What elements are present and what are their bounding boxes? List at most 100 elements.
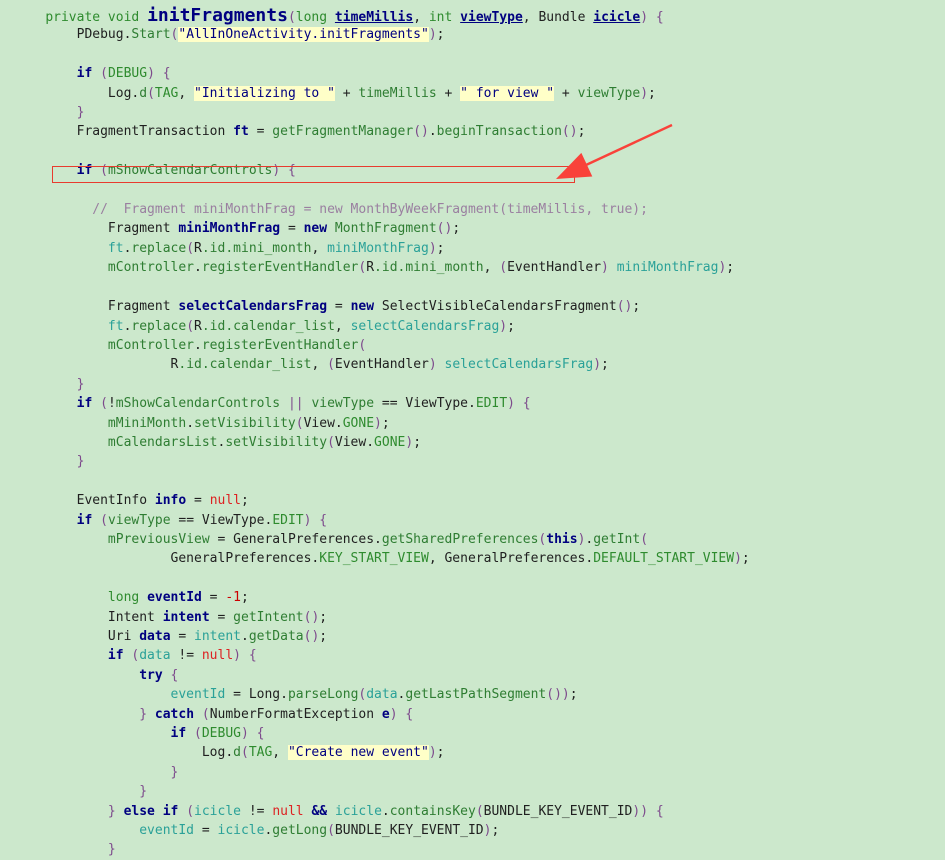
code-token: long: [107, 590, 148, 606]
code-token: =: [248, 124, 273, 140]
code-token: BUNDLE_KEY_EVENT_ID: [483, 803, 633, 819]
code-token: mController: [14, 260, 195, 276]
code-token: getLastPathSegment: [405, 687, 547, 703]
code-token: , Bundle: [522, 10, 594, 25]
code-token: GeneralPreferences: [233, 531, 375, 547]
code-token: "AllInOneActivity.initFragments": [178, 27, 429, 43]
code-token: (: [327, 823, 335, 839]
code-line: R.id.calendar_list, (EventHandler) selec…: [0, 355, 945, 374]
code-line: Fragment selectCalendarsFrag = new Selec…: [0, 297, 945, 316]
code-token: Fragment: [14, 299, 179, 315]
code-token: ;: [381, 415, 390, 431]
code-line: if (DEBUG) {: [0, 64, 945, 83]
code-token: }: [107, 842, 116, 858]
code-line: mMiniMonth.setVisibility(View.GONE);: [0, 414, 945, 433]
code-token: ): [428, 27, 437, 43]
code-token: EDIT: [475, 396, 508, 412]
code-token: getSharedPreferences: [381, 531, 539, 547]
code-token: (: [295, 415, 304, 431]
code-token: .: [264, 823, 273, 839]
code-token: ): [428, 240, 437, 256]
code-token: ViewType: [405, 396, 469, 412]
code-token: =: [280, 221, 304, 237]
code-token: ;: [436, 27, 445, 43]
code-token: =: [327, 299, 351, 315]
code-token: ;: [413, 434, 422, 450]
code-line: mCalendarsList.setVisibility(View.GONE);: [0, 433, 945, 452]
code-token: GONE: [374, 434, 406, 450]
code-token: {: [311, 512, 328, 528]
code-token: viewType: [311, 396, 375, 412]
code-token: R: [366, 260, 375, 276]
code-token: &&: [311, 803, 328, 819]
code-token: Long: [248, 687, 281, 703]
code-token: EventHandler: [507, 260, 602, 276]
code-token: {: [241, 648, 257, 664]
code-token: R: [194, 318, 202, 334]
code-token: .: [194, 260, 202, 276]
code-line: eventId = icicle.getLong(BUNDLE_KEY_EVEN…: [0, 821, 945, 840]
code-token: ;: [569, 687, 578, 703]
code-token: ): [483, 823, 492, 839]
code-token: ): [554, 687, 562, 703]
code-token: getInt: [593, 531, 641, 547]
code-token: null: [209, 493, 241, 509]
code-token: .id.mini_month: [374, 260, 484, 276]
code-token: mMiniMonth: [14, 415, 187, 431]
code-token: ;: [491, 823, 500, 839]
code-token: (: [186, 803, 195, 819]
code-token: if: [76, 396, 93, 412]
code-token: selectCalendarsFrag: [178, 299, 328, 315]
code-line: }: [0, 103, 945, 122]
code-token: registerEventHandler: [201, 337, 359, 353]
code-token: }: [107, 803, 116, 819]
code-token: =: [209, 609, 234, 625]
code-line: mPreviousView = GeneralPreferences.getSh…: [0, 530, 945, 549]
code-token: if: [76, 512, 93, 528]
code-token: setVisibility: [194, 415, 296, 431]
code-token: intent: [194, 629, 241, 644]
code-line: // Fragment miniMonthFrag = new MonthByW…: [0, 200, 945, 219]
code-token: .: [374, 531, 382, 547]
code-token: icicle: [334, 803, 382, 819]
code-token: "Initializing to ": [194, 85, 335, 101]
code-token: mCalendarsList: [14, 434, 218, 450]
code-token: ): [601, 260, 609, 276]
code-token: eventId: [14, 823, 195, 839]
code-token: ;: [319, 609, 328, 625]
code-token: if: [76, 163, 93, 179]
code-line: mController.registerEventHandler(: [0, 336, 945, 355]
code-token: ): [640, 10, 649, 25]
code-token: ,: [413, 10, 429, 25]
code-line: } catch (NumberFormatException e) {: [0, 705, 945, 724]
code-token: {: [154, 66, 171, 82]
code-token: ,: [334, 318, 351, 334]
code-token: (: [240, 745, 249, 761]
code-line: mController.registerEventHandler (R.id.mi…: [0, 258, 945, 277]
code-token: registerEventHandler: [201, 260, 359, 276]
code-token: ): [561, 687, 570, 703]
code-token: containsKey: [389, 803, 476, 819]
code-line: long eventId = -1;: [0, 588, 945, 607]
code-token: SelectVisibleCalendarsFragment: [381, 299, 617, 315]
code-token: else if: [123, 803, 179, 819]
code-token: =: [194, 823, 218, 839]
code-token: (: [413, 124, 422, 140]
code-token: {: [648, 10, 664, 25]
code-token: DEFAULT_START_VIEW: [593, 551, 735, 567]
code-token: {: [514, 396, 531, 412]
code-line: ft.replace(R.id.mini_month, miniMonthFra…: [0, 239, 945, 258]
code-token: EventInfo: [14, 493, 155, 509]
code-token: getLong: [272, 823, 328, 839]
code-token: (: [327, 434, 335, 450]
code-line: }: [0, 452, 945, 471]
